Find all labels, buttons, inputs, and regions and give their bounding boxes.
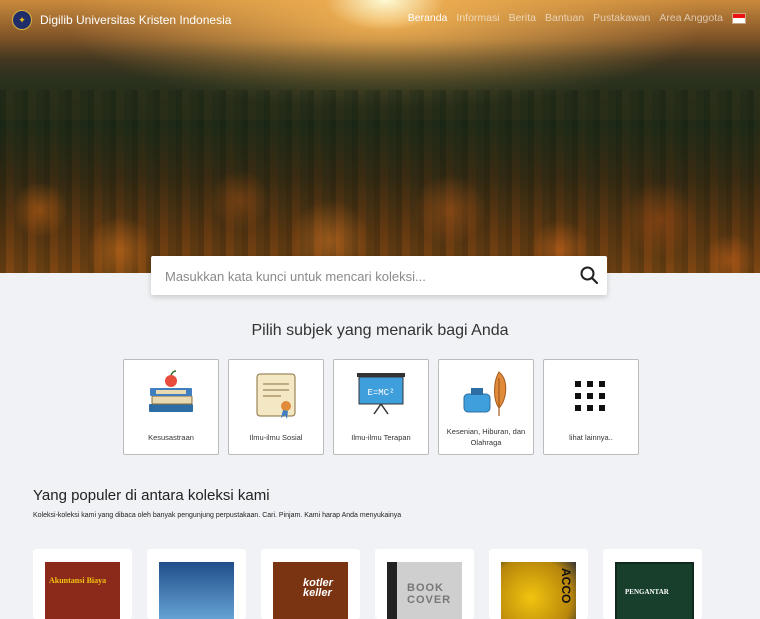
book-card[interactable]: BOOK COVER [375, 549, 474, 619]
subject-lihat-lainnya[interactable]: lihat lainnya.. [543, 359, 639, 455]
svg-text:E=MC²: E=MC² [367, 388, 394, 398]
book-card[interactable]: ACCO [489, 549, 588, 619]
subject-label: Kesenian, Hiburan, dan Olahraga [446, 427, 526, 447]
brand[interactable]: ✦ Digilib Universitas Kristen Indonesia [12, 10, 231, 30]
subject-label: Ilmu-ilmu Terapan [351, 433, 411, 442]
book-cover: BOOK COVER [387, 562, 462, 619]
book-card[interactable]: PENGANTAR [603, 549, 702, 619]
nav-bantuan[interactable]: Bantuan [545, 12, 584, 24]
book-cover: Akuntansi Biaya [45, 562, 120, 619]
subject-tiles: Kesusastraan Ilmu-ilmu Sosial E=MC² Ilmu… [123, 359, 639, 455]
search-icon[interactable] [579, 265, 599, 285]
subject-label: Ilmu-ilmu Sosial [249, 433, 303, 442]
subjects-heading: Pilih subjek yang menarik bagi Anda [251, 322, 509, 339]
book-cover: PENGANTAR [615, 562, 694, 619]
grid-icon [575, 381, 605, 411]
nav-informasi[interactable]: Informasi [456, 12, 499, 24]
book-card[interactable]: kotler keller [261, 549, 360, 619]
book-cover [159, 562, 234, 619]
subject-kesenian[interactable]: Kesenian, Hiburan, dan Olahraga [438, 359, 534, 455]
hero-forest [0, 90, 760, 273]
hero-banner [0, 0, 760, 273]
books-apple-icon [149, 370, 193, 412]
search-bar [151, 256, 607, 297]
nav-area-anggota[interactable]: Area Anggota [659, 12, 723, 24]
book-cover-text: Akuntansi Biaya [49, 576, 107, 585]
book-cover: kotler keller [273, 562, 348, 619]
ink-quill-icon [463, 371, 507, 416]
book-cover-text: PENGANTAR [625, 588, 669, 596]
popular-subtitle: Koleksi-koleksi kami yang dibaca oleh ba… [33, 512, 402, 519]
popular-heading: Yang populer di antara koleksi kami [33, 487, 270, 504]
book-cover-text: BOOK COVER [407, 582, 452, 606]
popular-books: Akuntansi Biaya kotler keller BOOK COVER… [33, 549, 702, 619]
subject-label: Kesusastraan [148, 433, 194, 442]
book-cover: ACCO [501, 562, 576, 619]
book-cover-text: ACCO [559, 568, 573, 604]
subject-kesusastraan[interactable]: Kesusastraan [123, 359, 219, 455]
book-card[interactable] [147, 549, 246, 619]
nav-pustakawan[interactable]: Pustakawan [593, 12, 650, 24]
nav-berita[interactable]: Berita [509, 12, 536, 24]
certificate-icon [256, 373, 296, 419]
book-card[interactable]: Akuntansi Biaya [33, 549, 132, 619]
subject-ilmu-terapan[interactable]: E=MC² Ilmu-ilmu Terapan [333, 359, 429, 455]
top-nav: Beranda Informasi Berita Bantuan Pustaka… [408, 12, 746, 24]
subject-ilmu-sosial[interactable]: Ilmu-ilmu Sosial [228, 359, 324, 455]
brand-title: Digilib Universitas Kristen Indonesia [40, 13, 232, 27]
formula-board-icon: E=MC² [357, 373, 405, 415]
subject-label: lihat lainnya.. [569, 433, 613, 442]
book-cover-text: kotler keller [303, 577, 333, 599]
university-logo-icon: ✦ [12, 10, 32, 30]
indonesia-flag-icon[interactable] [732, 12, 746, 24]
search-input[interactable] [163, 256, 567, 297]
nav-beranda[interactable]: Beranda [408, 12, 448, 24]
